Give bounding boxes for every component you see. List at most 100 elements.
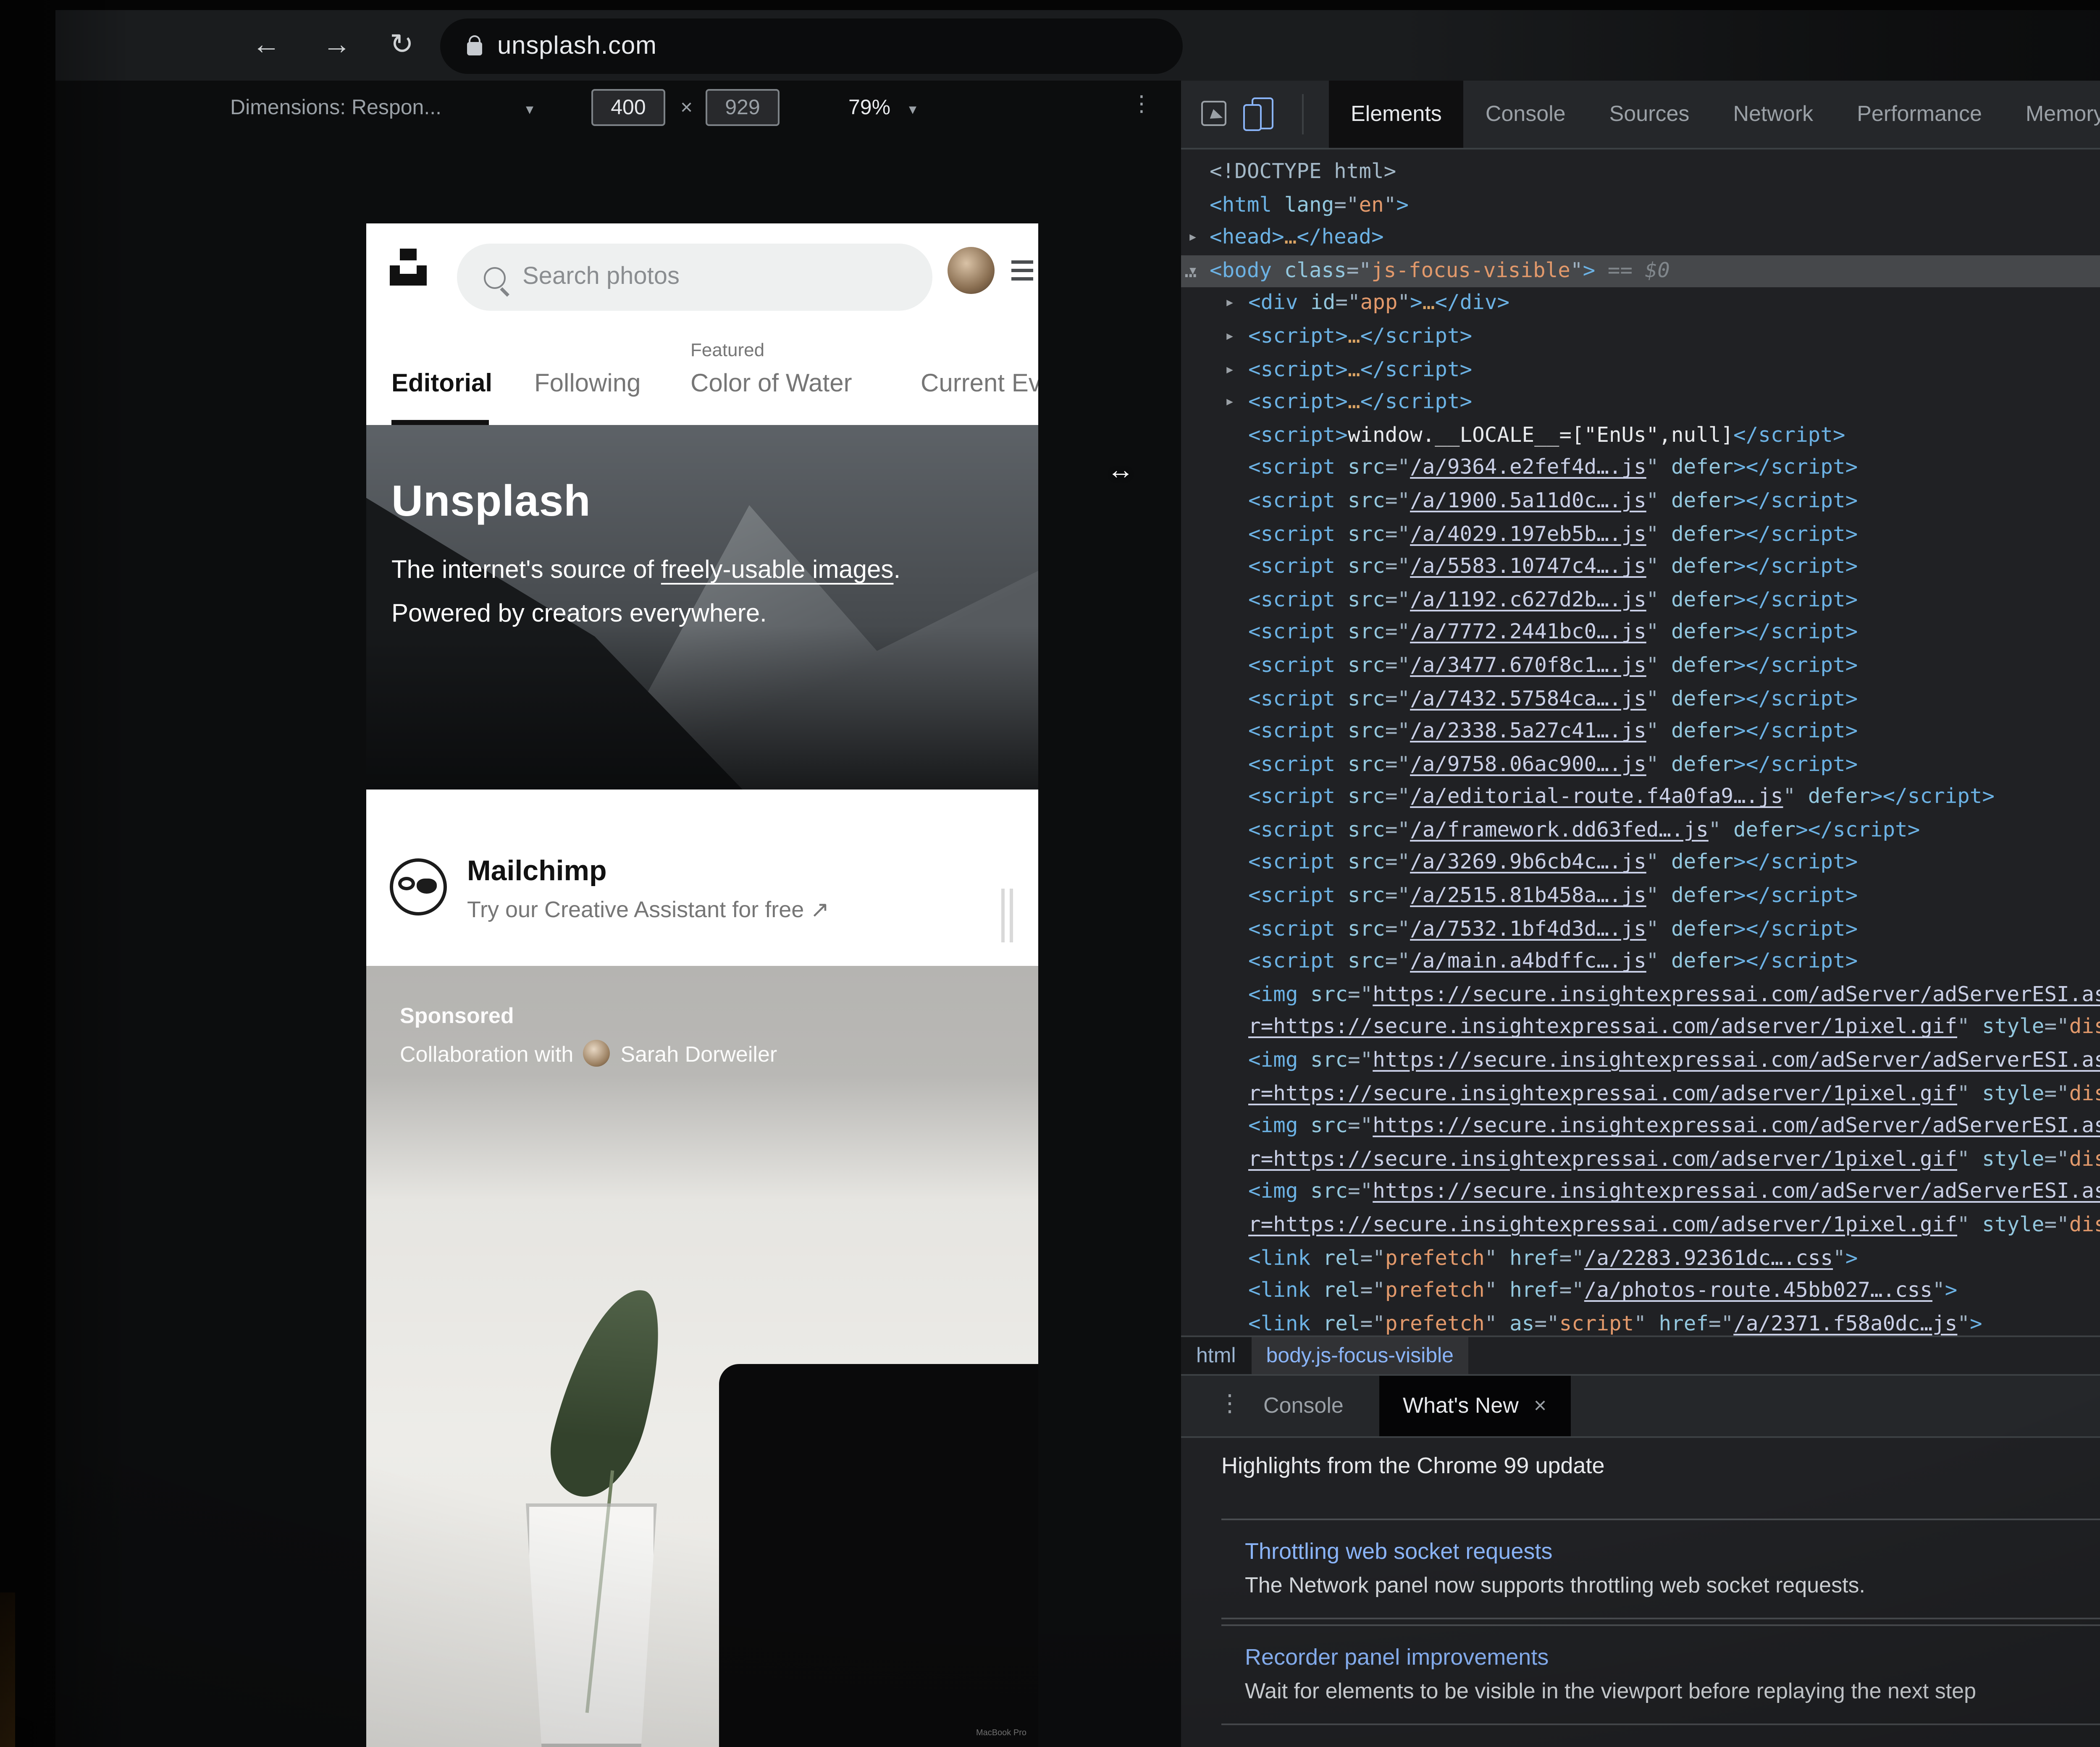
dom-node-line[interactable]: ▸ <div id="app">…</div> [1181,288,2100,321]
dom-node-line[interactable]: ▸ <script>…</script> [1181,321,2100,354]
screen-photo: ← → ↻ unsplash.com Dimensions: Respon...… [0,0,2100,1747]
dimensions-select[interactable]: Dimensions: Respon... [230,96,441,119]
avatar[interactable] [948,247,995,294]
viewport-resize-handle[interactable] [1001,889,1015,942]
hero-title: Unsplash [391,475,591,526]
hero-subtitle-line2: Powered by creators everywhere. [391,600,767,628]
zoom-select[interactable]: 79% [848,96,890,119]
whats-new-item-link[interactable]: Throttling web socket requests [1245,1539,2100,1564]
dom-node-line[interactable]: <script src="/a/1192.c627d2b….js" defer>… [1181,584,2100,617]
dom-node-line[interactable]: <script src="/a/9758.06ac900….js" defer>… [1181,749,2100,782]
collaborator-name[interactable]: Sarah Dorweiler [620,1041,777,1066]
dom-node-line[interactable]: ▸ <script>…</script> [1181,387,2100,420]
expand-icon[interactable]: ▸ [1225,288,1235,321]
expand-icon[interactable]: ▸ [1188,222,1198,255]
dimensions-times: × [680,96,693,119]
dom-node-line[interactable]: <script src="/a/1900.5a11d0c….js" defer>… [1181,485,2100,518]
dom-node-line[interactable]: <script src="/a/7772.2441bc0….js" defer>… [1181,617,2100,650]
dom-node-line[interactable]: <script>window.__LOCALE__=["EnUs",null]<… [1181,420,2100,452]
device-toolbar-menu-icon[interactable]: ⋮ [1131,92,1152,114]
dom-node-line[interactable]: <img src="https://secure.insightexpressa… [1181,1045,2100,1078]
zoom-caret-icon: ▾ [909,101,917,118]
elements-tree: <!DOCTYPE html> <html lang="en"> ▸ <head>…<… [1181,148,2100,1346]
unsplash-tab-bar: Editorial Following Featured Color of Water… [366,331,1038,425]
inspect-element-icon[interactable] [1201,101,1226,126]
expand-icon[interactable]: ▸ [1225,321,1235,354]
macbook-image: MacBook Pro [719,1364,1038,1747]
freely-usable-images-link[interactable]: freely-usable images [661,556,894,585]
drawer-menu-icon[interactable]: ⋮ [1218,1389,1242,1418]
desk-edge [0,1592,15,1747]
url-text: unsplash.com [497,32,657,60]
unsplash-logo-icon[interactable] [390,249,427,289]
dom-node-line[interactable]: r=https://secure.insightexpressai.com/ad… [1181,1012,2100,1045]
search-input[interactable]: Search photos [457,244,932,311]
devtools-panel: Elements Console Sources Network Performance… [1181,81,2100,1747]
dom-node-line[interactable]: r=https://secure.insightexpressai.com/ad… [1181,1144,2100,1176]
dom-node-line[interactable]: ▸ <head>…</head> [1181,222,2100,255]
hero-banner: Unsplash The internet's source of freely… [366,425,1038,790]
dom-node-line[interactable]: <link rel="prefetch" href="/a/photos-rou… [1181,1275,2100,1308]
collaborator-avatar[interactable] [583,1040,611,1067]
breadcrumb-body[interactable]: body.js-focus-visible [1251,1337,1469,1376]
dom-node-line[interactable]: <script src="/a/9364.e2fef4d….js" defer>… [1181,452,2100,485]
collapse-icon[interactable]: ▾ [1188,255,1198,288]
search-icon [484,266,506,288]
mailchimp-tagline[interactable]: Try our Creative Assistant for free ↗ [467,897,830,924]
devtools-tab-console[interactable]: Console [1464,81,1588,148]
dom-node-line[interactable]: <script src="/a/2338.5a27c41….js" defer>… [1181,716,2100,748]
sponsored-label: Sponsored [400,1003,514,1028]
viewport-height-input[interactable]: 929 [706,89,780,126]
expand-icon[interactable]: ▸ [1225,387,1235,420]
collaboration-line: Collaboration with Sarah Dorweiler [400,1040,777,1067]
mailchimp-ad-card[interactable]: Mailchimp Try our Creative Assistant for… [366,818,1038,966]
dimensions-caret-icon: ▾ [526,101,534,118]
devtools-tab-memory[interactable]: Memory [2004,81,2100,148]
devtools-tab-network[interactable]: Network [1711,81,1835,148]
dom-node-line[interactable]: <script src="/a/2515.81b458a….js" defer>… [1181,880,2100,913]
back-icon[interactable]: ← [252,10,281,81]
reload-icon[interactable]: ↻ [390,10,414,81]
devtools-tab-performance[interactable]: Performance [1835,81,2004,148]
unsplash-header: Search photos [366,223,1038,331]
whats-new-item: Throttling web socket requests The Networ… [1221,1519,2100,1619]
dom-node-line[interactable]: <script src="/a/editorial-route.f4a0fa9…… [1181,782,2100,814]
device-toolbar-toggle-icon[interactable] [1243,97,1273,131]
col-resize-cursor-icon: ↔ [1107,457,1134,485]
expand-icon[interactable]: ▸ [1225,354,1235,386]
dom-node-line[interactable]: <link rel="prefetch" href="/a/2283.92361… [1181,1242,2100,1275]
forward-icon[interactable]: → [323,10,351,81]
dom-node-line[interactable]: <img src="https://secure.insightexpressa… [1181,1111,2100,1144]
dom-node-line[interactable]: ▸ <script>…</script> [1181,354,2100,386]
dom-node-line[interactable]: <script src="/a/3477.670f8c1….js" defer>… [1181,650,2100,683]
dom-node-line[interactable]: r=https://secure.insightexpressai.com/ad… [1181,1209,2100,1242]
dom-node-line[interactable]: <!DOCTYPE html> [1181,156,2100,189]
dom-node-line[interactable]: <script src="/a/4029.197eb5b….js" defer>… [1181,518,2100,551]
whats-new-item-link[interactable]: Recorder panel improvements [1245,1645,2100,1670]
drawer-tab-whats-new[interactable]: What's New × [1379,1376,1570,1436]
close-icon[interactable]: × [1534,1393,1546,1418]
leaf-image [540,1277,677,1508]
viewport-width-input[interactable]: 400 [591,89,665,126]
dom-node-line[interactable]: <script src="/a/7432.57584ca….js" defer>… [1181,683,2100,716]
dom-node-line[interactable]: r=https://secure.insightexpressai.com/ad… [1181,1078,2100,1111]
toolbar-divider [1302,94,1304,134]
search-placeholder: Search photos [522,264,680,291]
dom-node-line[interactable]: <script src="/a/framework.dd63fed….js" d… [1181,815,2100,847]
dom-node-line[interactable]: <img src="https://secure.insightexpressa… [1181,1177,2100,1209]
devtools-tab-sources[interactable]: Sources [1588,81,1712,148]
devtools-tab-elements[interactable]: Elements [1329,81,1464,148]
dom-node-line[interactable]: <img src="https://secure.insightexpressa… [1181,979,2100,1012]
dom-node-line[interactable]: <script src="/a/main.a4bdffc….js" defer>… [1181,946,2100,979]
devtools-tabs: Elements Console Sources Network Performance… [1329,81,2100,148]
dom-node-line[interactable]: <script src="/a/7532.1bf4d3d….js" defer>… [1181,913,2100,946]
dom-node-line[interactable]: … ▾ <body class="js-focus-visible"> == $0 [1181,255,2100,288]
dom-node-line[interactable]: <html lang="en"> [1181,189,2100,222]
menu-icon[interactable] [1011,260,1033,286]
dom-node-line[interactable]: <script src="/a/3269.9b6cb4c….js" defer>… [1181,847,2100,880]
breadcrumb-html[interactable]: html [1181,1337,1251,1376]
drawer-tab-console[interactable]: Console [1240,1376,1367,1436]
dom-node-line[interactable]: <script src="/a/5583.10747c4….js" defer>… [1181,551,2100,584]
whats-new-heading: Highlights from the Chrome 99 update [1221,1453,1605,1478]
address-bar[interactable]: unsplash.com [440,18,1183,74]
